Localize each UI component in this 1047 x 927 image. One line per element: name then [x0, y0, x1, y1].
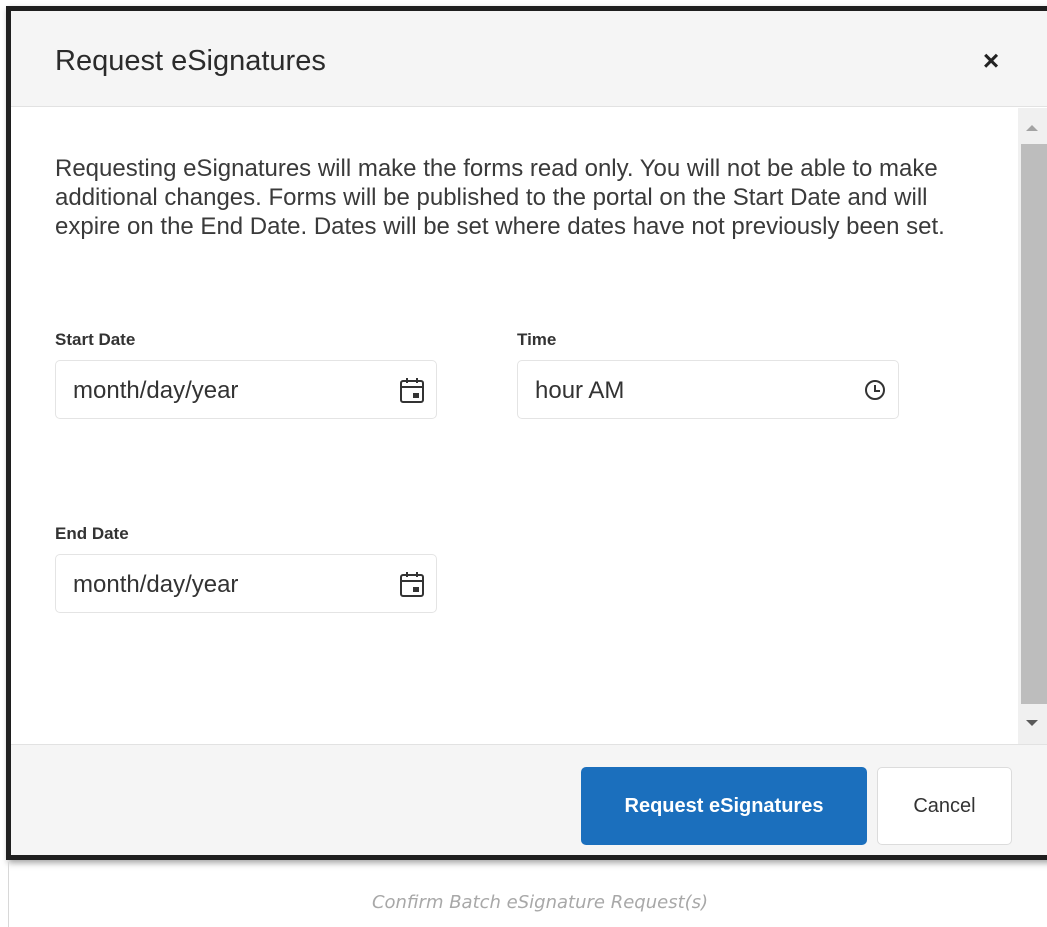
vertical-scrollbar[interactable]	[1018, 108, 1047, 744]
dialog-title: Request eSignatures	[55, 45, 326, 77]
dialog-header: Request eSignatures ×	[11, 11, 1047, 107]
start-date-field[interactable]: month/day/year	[55, 360, 437, 419]
scroll-down-arrow-icon[interactable]	[1026, 720, 1038, 726]
dialog-footer: Request eSignatures Cancel	[11, 744, 1047, 855]
clock-icon[interactable]	[863, 377, 889, 405]
image-caption: Confirm Batch eSignature Request(s)	[371, 892, 709, 913]
dialog-description: Requesting eSignatures will make the for…	[55, 155, 945, 240]
request-esignatures-dialog: Request eSignatures × Requesting eSignat…	[6, 6, 1047, 860]
calendar-icon[interactable]	[399, 376, 425, 404]
close-icon[interactable]: ×	[977, 47, 1005, 75]
request-esignatures-button[interactable]: Request eSignatures	[581, 767, 867, 845]
cancel-button[interactable]: Cancel	[877, 767, 1012, 845]
start-date-label: Start Date	[55, 330, 136, 349]
end-date-field[interactable]: month/day/year	[55, 554, 437, 613]
time-field[interactable]: hour AM	[517, 360, 899, 419]
calendar-icon[interactable]	[399, 570, 425, 598]
scroll-up-arrow-icon[interactable]	[1026, 125, 1038, 131]
scroll-thumb[interactable]	[1021, 144, 1047, 704]
time-label: Time	[517, 330, 557, 349]
end-date-value: month/day/year	[73, 571, 239, 598]
dialog-body: Requesting eSignatures will make the for…	[11, 108, 1018, 744]
start-date-value: month/day/year	[73, 377, 239, 404]
time-value: hour AM	[535, 377, 625, 404]
end-date-label: End Date	[55, 524, 129, 543]
